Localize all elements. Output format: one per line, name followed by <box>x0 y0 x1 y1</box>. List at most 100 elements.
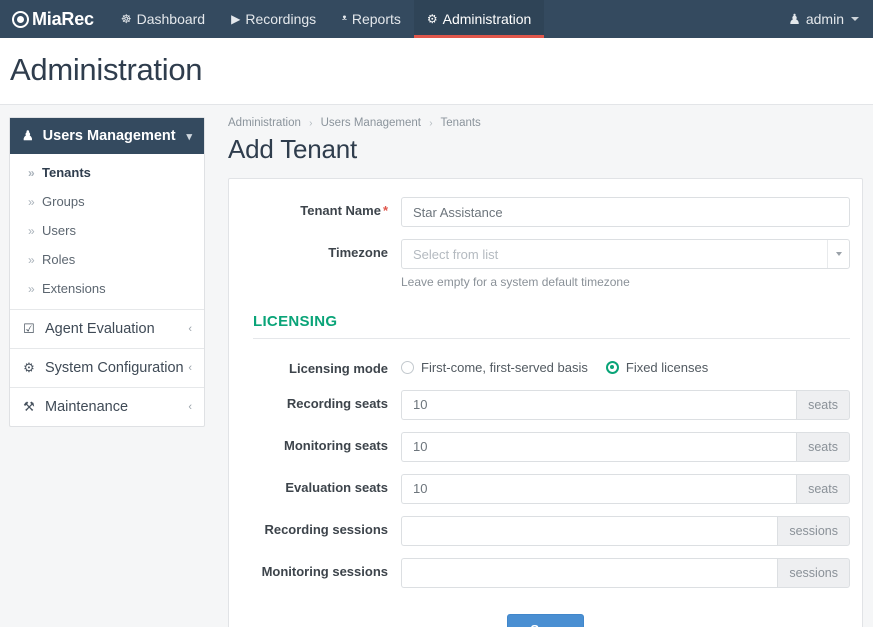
brand-logo[interactable]: MiaRec <box>0 0 108 38</box>
sidebar-group-label: Users Management <box>42 128 176 144</box>
form-row-recording-seats: Recording seats seats <box>241 389 850 420</box>
nav-item-label: Administration <box>442 11 532 27</box>
monitoring-sessions-input[interactable] <box>401 557 778 588</box>
breadcrumb-item-administration[interactable]: Administration <box>228 117 301 129</box>
sidebar-item-users[interactable]: » Users <box>10 216 204 245</box>
section-divider <box>253 337 850 339</box>
form-row-recording-sessions: Recording sessions sessions <box>241 515 850 546</box>
sidebar-group-users-management[interactable]: ♟ Users Management ▾ <box>10 118 204 154</box>
monitoring-sessions-unit: sessions <box>777 557 850 588</box>
sidebar-item-extensions[interactable]: » Extensions <box>10 274 204 303</box>
licensing-mode-field-wrap: First-come, first-served basis Fixed lic… <box>401 355 850 375</box>
top-navbar: MiaRec ☸ Dashboard ▶ Recordings ᵜ Report… <box>0 0 873 38</box>
form-row-timezone: Timezone Select from list Leave empty fo… <box>241 239 850 291</box>
save-button[interactable]: Save <box>507 613 584 627</box>
breadcrumb-item-tenants[interactable]: Tenants <box>441 117 481 129</box>
page-title: Administration <box>10 52 203 87</box>
sidebar-item-label: Users <box>42 223 76 238</box>
chevron-right-double-icon: » <box>28 165 35 180</box>
licensing-section: LICENSING <box>241 313 850 339</box>
form-row-evaluation-seats: Evaluation seats seats <box>241 473 850 504</box>
licensing-mode-radio-group: First-come, first-served basis Fixed lic… <box>401 355 850 375</box>
miarec-logo-icon <box>12 10 29 28</box>
monitoring-seats-input[interactable] <box>401 431 797 462</box>
recording-sessions-field-wrap: sessions <box>401 515 850 546</box>
user-menu[interactable]: ♟ admin <box>788 11 859 28</box>
radio-label: Fixed licenses <box>625 359 709 375</box>
page-body: ♟ Users Management ▾ » Tenants » Groups … <box>0 105 873 627</box>
recording-sessions-unit: sessions <box>777 515 850 546</box>
sidebar-group-label: Maintenance <box>45 399 129 415</box>
evaluation-seats-input[interactable] <box>401 473 797 504</box>
recording-sessions-input-group: sessions <box>401 515 850 546</box>
chevron-left-icon: ‹ <box>188 362 192 374</box>
recording-seats-input-group: seats <box>401 389 850 420</box>
tenant-name-label: Tenant Name * <box>241 197 401 220</box>
sidebar-item-label: Roles <box>42 252 76 267</box>
user-icon: ♟ <box>788 10 801 27</box>
nav-item-label: Dashboard <box>136 11 206 27</box>
navbar-right: ♟ admin <box>788 0 873 38</box>
page-header: Administration <box>0 38 873 105</box>
nav-item-reports[interactable]: ᵜ Reports <box>329 0 414 38</box>
nav-item-recordings[interactable]: ▶ Recordings <box>218 0 329 38</box>
recording-seats-input[interactable] <box>401 389 797 420</box>
chevron-down-icon[interactable] <box>827 240 849 268</box>
evaluation-seats-field-wrap: seats <box>401 473 850 504</box>
recording-sessions-input[interactable] <box>401 515 778 546</box>
brand-label: MiaRec <box>32 8 94 29</box>
wrench-icon: ⚒ <box>23 399 35 414</box>
nav-item-dashboard[interactable]: ☸ Dashboard <box>108 0 218 38</box>
dashboard-icon: ☸ <box>120 12 132 26</box>
checkbox-icon: ☑ <box>23 321 35 336</box>
sidebar-item-roles[interactable]: » Roles <box>10 245 204 274</box>
evaluation-seats-label: Evaluation seats <box>285 479 388 495</box>
timezone-label: Timezone <box>241 239 401 262</box>
sidebar-item-groups[interactable]: » Groups <box>10 187 204 216</box>
form-row-tenant-name: Tenant Name * <box>241 197 850 227</box>
sidebar-group-label: System Configuration <box>45 360 184 376</box>
evaluation-seats-unit: seats <box>796 473 850 504</box>
reports-icon: ᵜ <box>342 12 347 26</box>
timezone-field-wrap: Select from list Leave empty for a syste… <box>401 239 850 291</box>
required-marker: * <box>382 203 388 218</box>
monitoring-seats-input-group: seats <box>401 431 850 462</box>
radio-first-come-first-served[interactable]: First-come, first-served basis <box>401 360 588 375</box>
monitoring-sessions-input-group: sessions <box>401 557 850 588</box>
sidebar-group-maintenance[interactable]: ⚒ Maintenance ‹ <box>10 388 204 426</box>
nav-item-administration[interactable]: ⚙ Administration <box>413 0 545 38</box>
monitoring-seats-field-wrap: seats <box>401 431 850 462</box>
tenant-name-label-text: Tenant Name <box>300 203 381 218</box>
sidebar-item-label: Tenants <box>42 165 91 180</box>
radio-unchecked-icon <box>401 360 414 374</box>
main-content: Administration › Users Management › Tena… <box>228 117 863 627</box>
gear-icon: ⚙ <box>23 360 35 375</box>
recording-seats-field-wrap: seats <box>401 389 850 420</box>
form-actions: Save <box>241 613 850 627</box>
user-menu-label: admin <box>805 11 844 27</box>
gear-icon: ⚙ <box>426 12 438 26</box>
user-icon: ♟ <box>22 128 34 143</box>
tenant-name-input[interactable] <box>401 197 850 227</box>
sidebar-group-label: Agent Evaluation <box>45 321 155 337</box>
sidebar-item-label: Extensions <box>42 281 106 296</box>
nav-item-label: Recordings <box>245 11 317 27</box>
recording-seats-unit: seats <box>796 389 850 420</box>
chevron-right-double-icon: » <box>28 223 35 238</box>
sidebar-group-agent-evaluation[interactable]: ☑ Agent Evaluation ‹ <box>10 310 204 349</box>
breadcrumb-item-users-management[interactable]: Users Management <box>321 117 421 129</box>
form-row-monitoring-seats: Monitoring seats seats <box>241 431 850 462</box>
monitoring-seats-label: Monitoring seats <box>283 437 388 453</box>
chevron-right-double-icon: » <box>28 281 35 296</box>
add-tenant-form-card: Tenant Name* Timezone Select from list <box>228 178 863 627</box>
chevron-right-double-icon: » <box>28 194 35 209</box>
timezone-select-value: Select from list <box>413 246 499 262</box>
timezone-select[interactable]: Select from list <box>401 239 850 269</box>
sidebar-item-tenants[interactable]: » Tenants <box>10 158 204 187</box>
sidebar-group-system-configuration[interactable]: ⚙ System Configuration ‹ <box>10 349 204 388</box>
timezone-label-text: Timezone <box>328 245 388 260</box>
radio-fixed-licenses[interactable]: Fixed licenses <box>605 359 709 375</box>
chevron-left-icon: ‹ <box>188 323 192 335</box>
monitoring-seats-unit: seats <box>796 431 850 462</box>
licensing-section-title: LICENSING <box>253 312 338 330</box>
